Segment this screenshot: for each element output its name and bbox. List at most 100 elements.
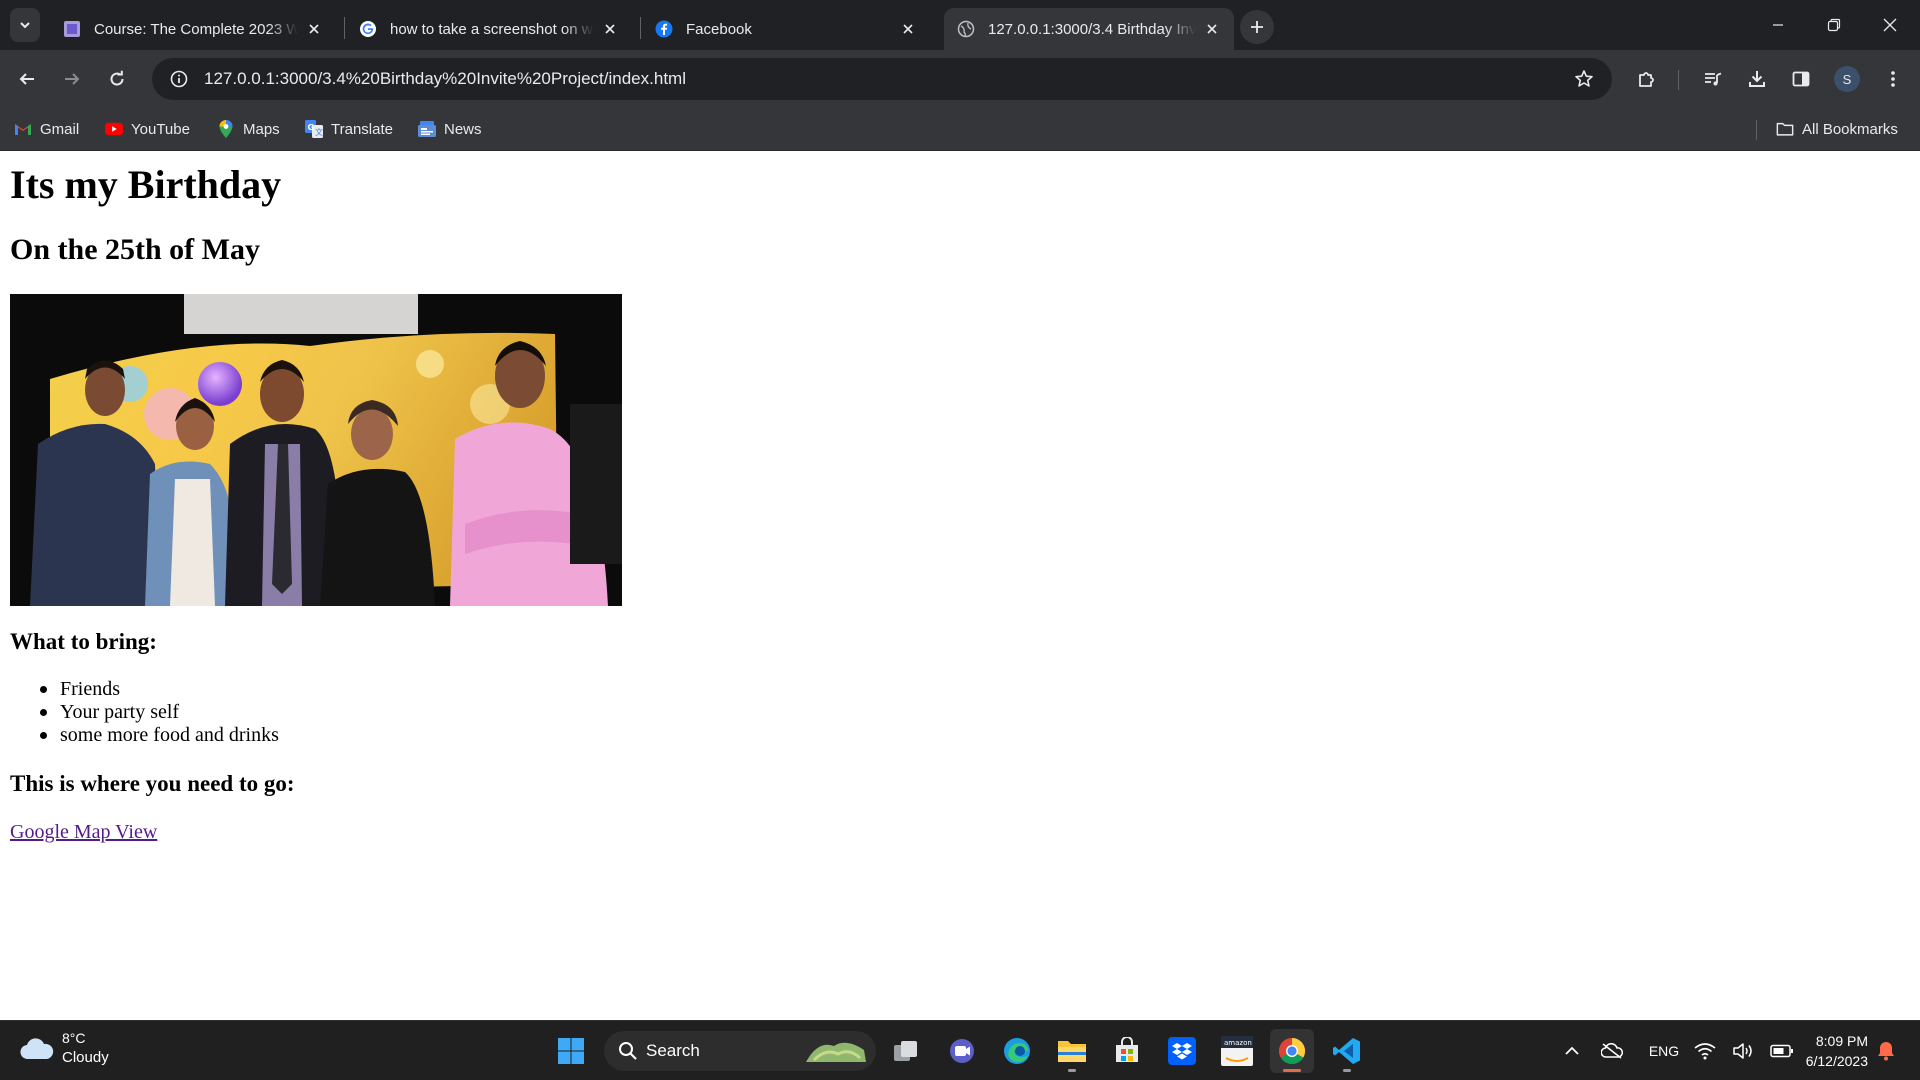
bookmark-news[interactable]: News (418, 116, 482, 142)
close-window-button[interactable] (1862, 0, 1918, 50)
tab-separator (344, 17, 345, 39)
close-icon[interactable] (898, 19, 918, 39)
reload-icon (110, 70, 124, 86)
site-info-icon[interactable] (158, 58, 200, 100)
running-indicator (1283, 1069, 1301, 1072)
onedrive-tray-button[interactable] (1598, 1035, 1626, 1067)
toolbar-divider (1678, 70, 1679, 90)
all-bookmarks-button[interactable]: All Bookmarks (1776, 116, 1898, 142)
google-g-icon (358, 19, 378, 39)
profile-avatar[interactable]: S (1834, 66, 1860, 92)
url-text[interactable]: 127.0.0.1:3000/3.4%20Birthday%20Invite%2… (204, 69, 686, 89)
gmail-icon (14, 120, 32, 138)
bookmark-youtube[interactable]: YouTube (105, 116, 190, 142)
chrome-button[interactable] (1270, 1029, 1314, 1073)
notification-center-button[interactable] (1872, 1035, 1900, 1067)
weather-condition: Cloudy (62, 1049, 109, 1066)
facebook-icon (654, 19, 674, 39)
vs-code-button[interactable] (1325, 1029, 1369, 1073)
google-map-link[interactable]: Google Map View (10, 821, 157, 844)
tab-search-button[interactable] (10, 8, 40, 42)
teams-chat-button[interactable] (940, 1029, 984, 1073)
bookmark-translate[interactable]: G文 Translate (305, 116, 393, 142)
edge-icon (1004, 1038, 1030, 1064)
page-viewport: Its my Birthday On the 25th of May What … (0, 151, 1920, 1020)
udemy-course-icon (62, 19, 82, 39)
reload-button[interactable] (100, 62, 134, 96)
chevron-up-icon (1565, 1046, 1579, 1055)
tab-title: Course: The Complete 2023 Web Developmen… (94, 20, 298, 38)
folder-icon (1776, 120, 1794, 138)
chrome-menu-button[interactable] (1876, 62, 1910, 96)
file-explorer-button[interactable] (1050, 1029, 1094, 1073)
dropbox-button[interactable] (1160, 1029, 1204, 1073)
address-bar[interactable]: 127.0.0.1:3000/3.4%20Birthday%20Invite%2… (152, 58, 1612, 100)
side-panel-button[interactable] (1784, 62, 1818, 96)
close-icon[interactable] (304, 19, 324, 39)
tab-birthday-invite[interactable]: 127.0.0.1:3000/3.4 Birthday Invite Proje… (944, 8, 1234, 50)
new-tab-button[interactable] (1240, 10, 1274, 44)
amazon-button[interactable]: amazon (1215, 1029, 1259, 1073)
running-indicator (1343, 1069, 1351, 1072)
show-hidden-icons-button[interactable] (1560, 1035, 1584, 1067)
tab-facebook[interactable]: Facebook (642, 8, 930, 50)
clock-time: 8:09 PM (1815, 1033, 1868, 1049)
wifi-icon (1694, 1043, 1716, 1060)
downloads-button[interactable] (1740, 62, 1774, 96)
start-button[interactable] (549, 1029, 593, 1073)
tab-strip: Course: The Complete 2023 Web Developmen… (0, 0, 1920, 50)
list-item: Friends (10, 678, 279, 701)
search-highlight-icon (806, 1042, 866, 1062)
bell-icon (1878, 1042, 1894, 1061)
media-controls-button[interactable] (1696, 62, 1730, 96)
minimize-icon (1773, 24, 1783, 26)
tab-google-search[interactable]: how to take a screenshot on windows (346, 8, 632, 50)
system-clock[interactable]: 8:09 PM 6/12/2023 (1790, 1031, 1868, 1071)
extensions-button[interactable] (1630, 62, 1664, 96)
weather-widget[interactable]: 8°C Cloudy (20, 1029, 109, 1068)
minimize-button[interactable] (1750, 0, 1806, 50)
translate-icon: G文 (305, 120, 323, 138)
volume-icon (1733, 1043, 1752, 1059)
forward-button[interactable] (55, 62, 89, 96)
list-item: some more food and drinks (10, 724, 279, 747)
youtube-icon (105, 120, 123, 138)
page-subtitle: On the 25th of May (10, 233, 260, 266)
task-view-button[interactable] (884, 1029, 928, 1073)
close-icon (1883, 18, 1897, 32)
cloud-icon (20, 1037, 54, 1059)
close-icon[interactable] (1202, 19, 1222, 39)
restore-icon (1827, 18, 1841, 32)
restore-button[interactable] (1806, 0, 1862, 50)
news-icon (418, 120, 436, 138)
windows-taskbar: 8°C Cloudy Search amazon ENG 8:09 PM 6/1… (0, 1020, 1920, 1080)
bookmark-label: Gmail (40, 120, 80, 138)
svg-text:G: G (308, 123, 315, 132)
close-icon[interactable] (600, 19, 620, 39)
windows-logo-icon (558, 1038, 584, 1064)
bookmark-maps[interactable]: Maps (217, 116, 280, 142)
svg-text:amazon: amazon (1224, 1039, 1252, 1047)
task-view-icon (894, 1041, 917, 1061)
clock-date: 6/12/2023 (1805, 1053, 1868, 1069)
plus-icon (1251, 21, 1263, 33)
search-label: Search (646, 1041, 700, 1060)
bookmark-star-icon[interactable] (1568, 63, 1600, 95)
back-button[interactable] (10, 62, 44, 96)
amazon-icon: amazon (1221, 1036, 1253, 1066)
weather-temperature: 8°C (62, 1030, 86, 1046)
taskbar-search-box[interactable]: Search (604, 1031, 876, 1071)
chrome-icon (1278, 1037, 1306, 1065)
bookmark-gmail[interactable]: Gmail (14, 116, 79, 142)
tab-udemy-course[interactable]: Course: The Complete 2023 Web Developmen… (50, 8, 336, 50)
chevron-down-icon (20, 22, 30, 29)
language-indicator[interactable]: ENG (1644, 1035, 1684, 1067)
list-item: Your party self (10, 701, 279, 724)
arrow-left-icon (19, 73, 34, 85)
edge-browser-button[interactable] (995, 1029, 1039, 1073)
bookmark-label: News (444, 120, 482, 138)
bookmark-label: Maps (243, 120, 280, 138)
microsoft-store-button[interactable] (1105, 1029, 1149, 1073)
tab-title: Facebook (686, 20, 752, 38)
quick-settings-button[interactable] (1694, 1035, 1794, 1067)
